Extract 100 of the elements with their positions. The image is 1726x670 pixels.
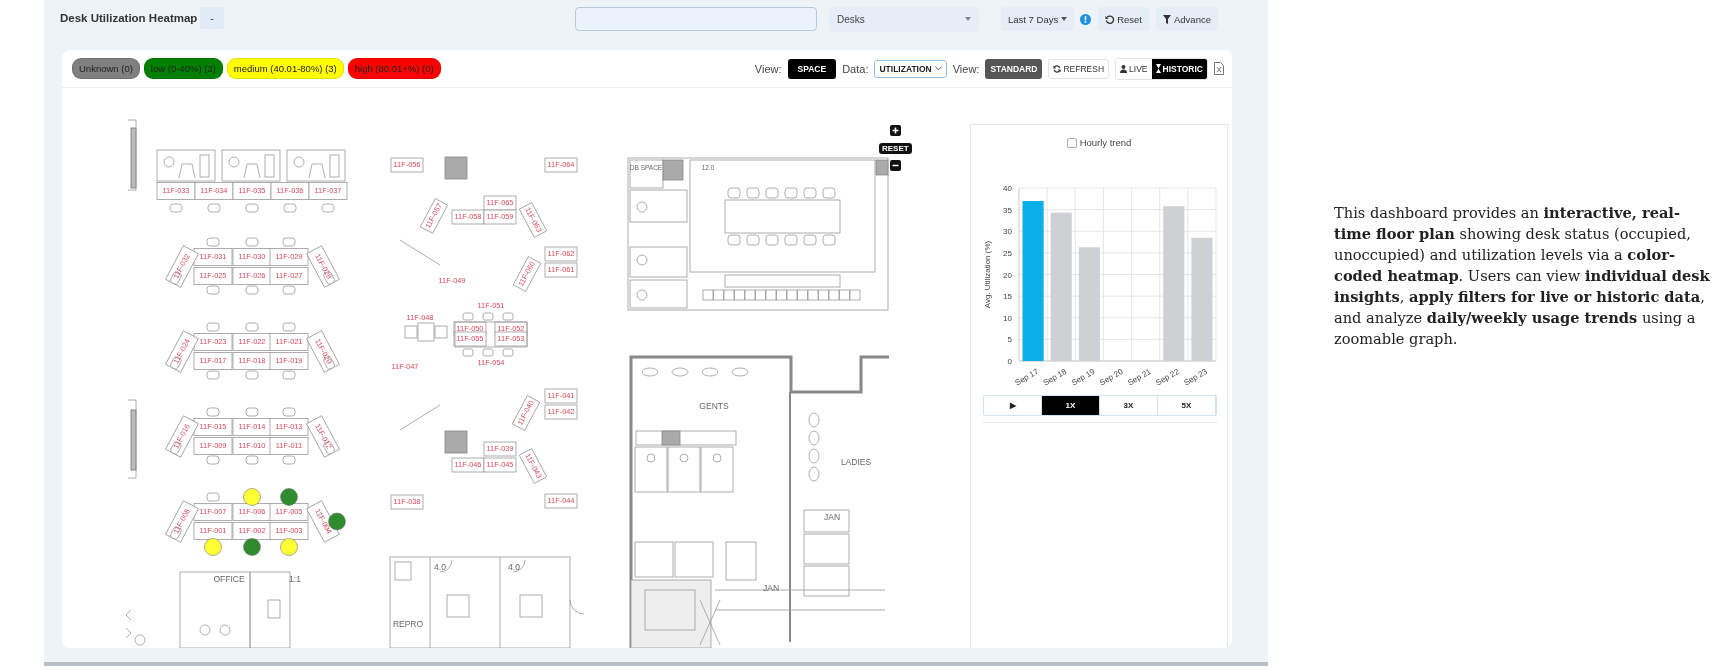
x-tick-label: Sep 19 xyxy=(1069,366,1097,388)
zoom-reset-button[interactable]: RESET xyxy=(879,143,912,154)
bar[interactable] xyxy=(1050,212,1072,361)
desk-drawing xyxy=(451,457,485,473)
desk-drawing xyxy=(232,437,272,465)
zoom-out-icon[interactable] xyxy=(890,160,901,171)
desk-drawing xyxy=(232,352,272,380)
undo-icon xyxy=(1105,14,1115,24)
data-select[interactable]: UTILIZATION xyxy=(874,59,947,78)
description-paragraph: This dashboard provides an interactive, real-time floor plan showing desk status (occupied, unoccupied) and utilization levels via a color-coded heatmap. Users can view individual desk insights, apply filters for live or historic data, and analyze daily/weekly usage trends using a zoomable graph. xyxy=(1334,203,1711,349)
bar[interactable] xyxy=(1191,237,1213,361)
refresh-button[interactable]: REFRESH xyxy=(1048,58,1110,79)
caret-icon xyxy=(1061,17,1068,21)
office-drawing xyxy=(221,149,281,182)
legend-badge[interactable]: medium (40.01-80%) (3) xyxy=(226,58,344,79)
y-tick-label: 0 xyxy=(1007,357,1012,366)
desk-drawing xyxy=(156,182,196,213)
y-tick-label: 40 xyxy=(1003,184,1012,193)
data-label: Data: xyxy=(842,62,869,75)
occupancy-dot[interactable] xyxy=(280,488,298,506)
desk-drawing xyxy=(232,237,272,266)
desk-drawing xyxy=(544,493,578,509)
desk-drawing xyxy=(544,157,578,173)
hourglass-icon xyxy=(1155,64,1161,73)
desk-drawing xyxy=(194,182,234,213)
chevron-icon xyxy=(125,609,132,639)
y-tick-label: 20 xyxy=(1003,270,1012,280)
office-drawing xyxy=(286,149,346,182)
chevron-icon xyxy=(934,66,942,71)
occupancy-dot[interactable] xyxy=(204,538,222,556)
mode-toggle[interactable]: HISTORIC xyxy=(1151,58,1207,79)
filter-icon xyxy=(1163,14,1171,24)
y-tick-label: 15 xyxy=(1003,292,1012,302)
occupancy-dot[interactable] xyxy=(280,538,298,556)
space-select[interactable]: Desks xyxy=(829,6,979,32)
zoom-in-icon[interactable] xyxy=(890,125,901,136)
office-drawing xyxy=(156,149,216,182)
y-tick-label: 10 xyxy=(1003,313,1012,323)
room-label: 4.0 xyxy=(508,562,520,572)
fixture-icon xyxy=(134,634,146,646)
desk-drawing xyxy=(232,322,272,351)
collapse-button[interactable]: - xyxy=(200,7,224,29)
bar[interactable] xyxy=(1078,247,1100,361)
legend-badge[interactable]: low (0-40%) (3) xyxy=(143,58,223,79)
room-label: OFFICE xyxy=(213,574,245,584)
x-tick-label: Sep 20 xyxy=(1098,366,1125,388)
room-label: GENTS xyxy=(699,401,729,411)
room-label: JAN xyxy=(823,512,841,522)
standard-view-button[interactable]: STANDARD xyxy=(985,58,1043,79)
occupancy-dot[interactable] xyxy=(243,538,261,556)
bar[interactable] xyxy=(1163,206,1185,361)
desk-drawing xyxy=(308,182,348,213)
reset-button[interactable]: Reset xyxy=(1098,7,1149,31)
playback-speed-button[interactable]: 1X xyxy=(1042,396,1100,415)
view-label: View: xyxy=(754,62,782,75)
desk-drawing xyxy=(232,182,272,213)
desk-drawing xyxy=(270,182,310,213)
column-block xyxy=(444,156,468,180)
room-label: 4.0 xyxy=(434,562,446,572)
space-view-button[interactable]: SPACE xyxy=(787,58,837,79)
x-tick-label: Sep 23 xyxy=(1182,366,1209,388)
x-tick-label: Sep 22 xyxy=(1154,366,1181,388)
x-tick-label: Sep 18 xyxy=(1041,366,1069,388)
info-icon[interactable] xyxy=(1080,13,1092,25)
view-label: View: xyxy=(952,62,980,75)
page-title: Desk Utilization Heatmap xyxy=(60,12,199,24)
radiator-drawing xyxy=(127,119,137,191)
search-field[interactable] xyxy=(575,7,817,31)
advance-button[interactable]: Advance xyxy=(1156,7,1218,31)
desk-drawing xyxy=(390,494,424,510)
desk-drawing xyxy=(232,267,272,295)
y-tick-label: 30 xyxy=(1003,227,1012,237)
bar[interactable] xyxy=(1022,201,1044,361)
column-block xyxy=(444,430,468,454)
lounge-seating-drawing xyxy=(404,322,448,342)
desk-drawing xyxy=(453,331,487,347)
partition-line xyxy=(399,404,441,431)
room-label: REPRO xyxy=(392,619,424,629)
y-axis-title: Avg. Utilization (%) xyxy=(983,240,992,309)
partition-line xyxy=(399,239,441,266)
y-tick-label: 25 xyxy=(1003,248,1012,258)
desk-drawing xyxy=(451,209,485,225)
person-icon xyxy=(1120,64,1128,73)
spreadsheet-icon[interactable] xyxy=(1214,62,1224,75)
x-tick-label: Sep 21 xyxy=(1126,366,1153,388)
legend-badge[interactable]: Unknown (0) xyxy=(72,58,140,79)
y-tick-label: 5 xyxy=(1007,335,1012,345)
hourly-trend-checkbox[interactable]: Hourly trend xyxy=(1066,137,1132,148)
room-label: JAN xyxy=(762,583,780,593)
desk-drawing xyxy=(390,157,424,173)
date-range-button[interactable]: Last 7 Days xyxy=(1001,7,1075,31)
occupancy-dot[interactable] xyxy=(243,488,261,506)
desk-drawing xyxy=(544,404,578,420)
x-tick-label: Sep 17 xyxy=(1013,366,1041,388)
desk-drawing xyxy=(494,331,528,347)
room-label: 1:1 xyxy=(289,574,301,584)
y-tick-label: 35 xyxy=(1003,205,1012,215)
legend-badge[interactable]: high (80.01+%) (0) xyxy=(347,58,441,79)
room-label: LADIES xyxy=(840,457,872,467)
playback-speed-button[interactable]: ▶ xyxy=(984,396,1042,415)
